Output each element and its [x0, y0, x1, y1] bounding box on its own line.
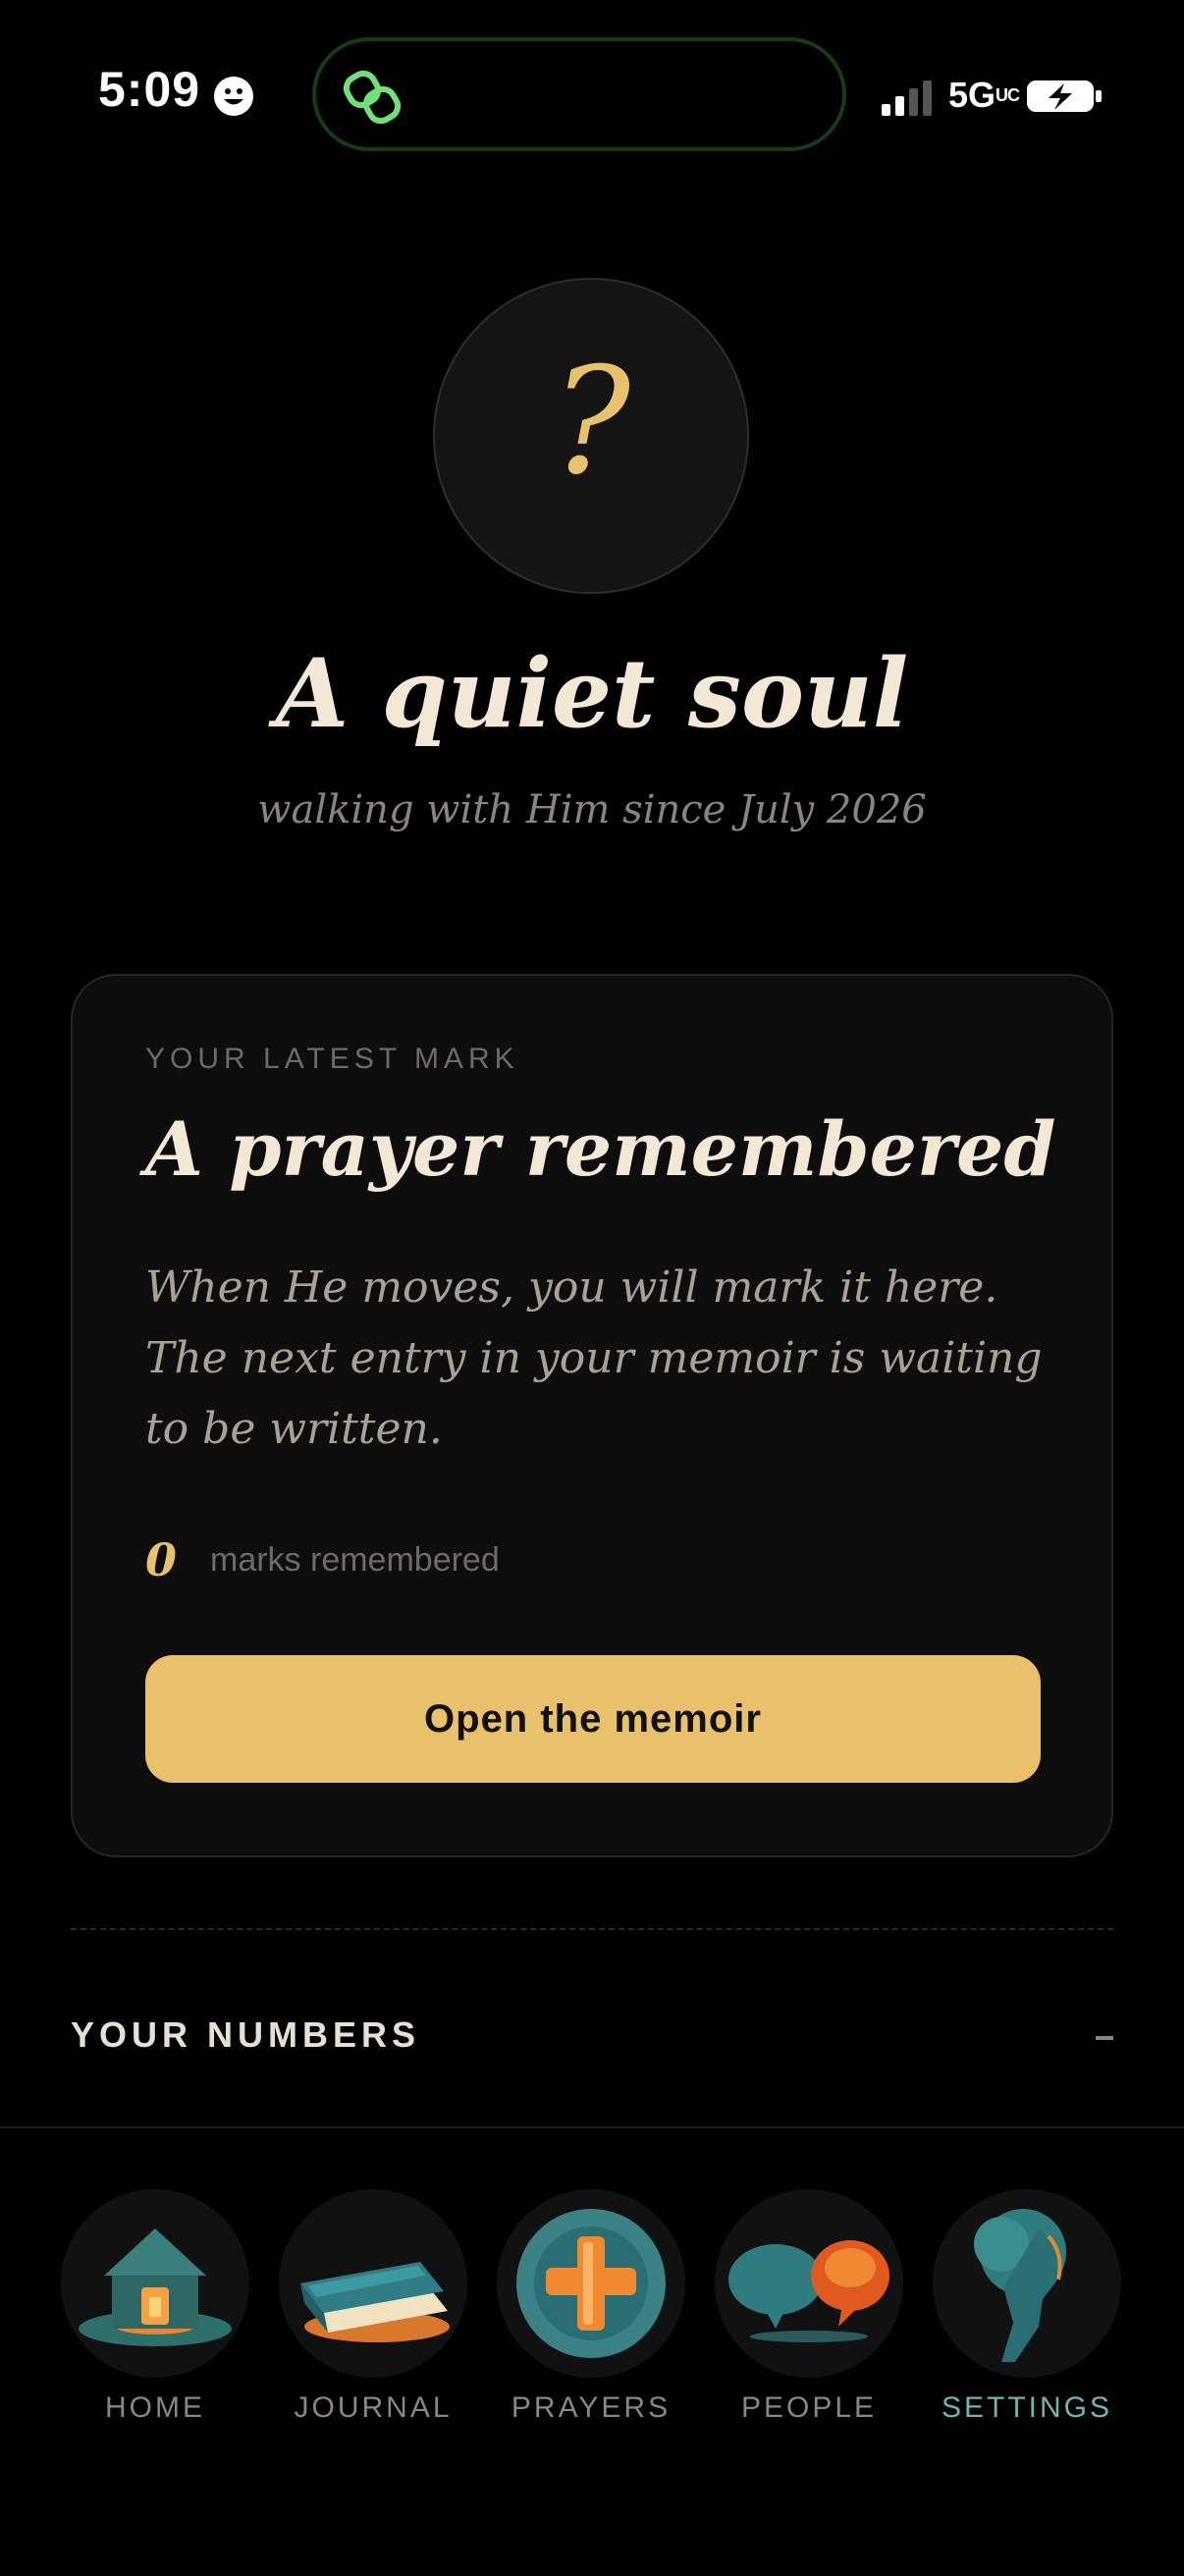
avatar[interactable]: ?	[433, 278, 749, 594]
status-time: 5:09	[98, 62, 201, 117]
open-memoir-button[interactable]: Open the memoir	[145, 1655, 1041, 1783]
collapse-icon[interactable]	[1096, 2036, 1113, 2040]
avatar-placeholder: ?	[551, 337, 631, 508]
nav-item-home[interactable]: HOME	[47, 2189, 263, 2425]
your-numbers-section[interactable]: YOUR NUMBERS	[71, 2009, 1113, 2067]
nav-label-journal: JOURNAL	[294, 2391, 453, 2424]
card-heading: A prayer remembered	[145, 1105, 1056, 1193]
battery-charging-icon	[1027, 80, 1102, 112]
dynamic-island[interactable]	[312, 37, 846, 151]
linked-rings-icon	[343, 70, 402, 125]
nav-item-journal[interactable]: JOURNAL	[265, 2189, 481, 2425]
nav-label-people: PEOPLE	[740, 2391, 878, 2424]
profile-since: walking with Him since July 2026	[257, 787, 927, 832]
house-icon	[61, 2189, 249, 2378]
smiley-icon	[214, 77, 253, 116]
latest-mark-card: YOUR LATEST MARK A prayer remembered Whe…	[71, 974, 1113, 1857]
marks-count: 0	[145, 1533, 178, 1586]
book-icon	[279, 2189, 467, 2378]
your-numbers-label: YOUR NUMBERS	[71, 2014, 421, 2055]
signal-icon	[882, 80, 932, 116]
card-eyebrow: YOUR LATEST MARK	[145, 1043, 519, 1075]
speech-bubbles-icon	[715, 2189, 903, 2378]
nav-label-prayers: PRAYERS	[511, 2391, 672, 2424]
nav-item-people[interactable]: PEOPLE	[701, 2189, 917, 2425]
cross-icon	[497, 2189, 685, 2378]
divider	[71, 1928, 1113, 1930]
nav-item-settings[interactable]: SETTINGS	[919, 2189, 1135, 2425]
nav-label-settings: SETTINGS	[941, 2391, 1112, 2424]
head-profile-icon	[933, 2189, 1121, 2378]
marks-count-row: 0 marks remembered	[145, 1533, 500, 1586]
nav-item-prayers[interactable]: PRAYERS	[483, 2189, 699, 2425]
nav-label-home: HOME	[105, 2391, 205, 2424]
bottom-nav: HOME JOURNAL PRAYERS PEOPLE SETTINGS	[0, 2126, 1184, 2576]
profile-name: A quiet soul	[275, 638, 909, 749]
card-body: When He moves, you will mark it here. Th…	[145, 1262, 1043, 1454]
network-indicator: 5GUC	[948, 75, 1020, 115]
marks-count-label: marks remembered	[210, 1540, 500, 1579]
